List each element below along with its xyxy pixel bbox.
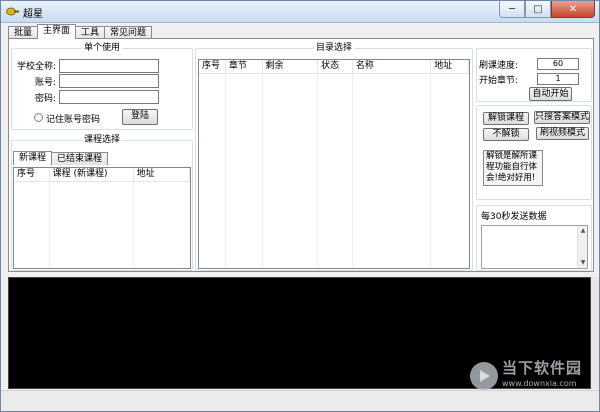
scroll-down-icon[interactable]: ▼ xyxy=(579,259,587,267)
password-label: 密码: xyxy=(34,94,56,104)
video-mode-button[interactable]: 刷视频模式 xyxy=(536,127,589,140)
catalog-col-index[interactable]: 序号 xyxy=(199,60,226,73)
school-input[interactable] xyxy=(59,59,159,73)
login-button[interactable]: 登陆 xyxy=(122,109,158,125)
start-chapter-label: 开始章节: xyxy=(478,76,518,86)
account-label: 账号: xyxy=(34,78,56,88)
catalog-col-address[interactable]: 地址 xyxy=(431,60,469,73)
remember-label: 记住账号密码 xyxy=(46,115,101,125)
send-data-title: 每30秒发送数据 xyxy=(481,212,547,222)
watermark-logo-icon xyxy=(470,362,498,390)
title-bar[interactable]: 超星 ─ □ ✕ xyxy=(1,1,599,23)
course-col-address[interactable]: 地址 xyxy=(134,168,190,181)
maximize-button[interactable]: □ xyxy=(525,1,551,18)
password-input[interactable] xyxy=(59,90,159,104)
main-panel: 单个使用 学校全称: 账号: 密码: 记住账号密码 登陆 课程选择 新课程 已结… xyxy=(8,38,594,272)
window-title: 超星 xyxy=(23,9,43,20)
watermark: 当下软件园 www.downxia.com xyxy=(470,360,599,392)
speed-input[interactable]: 60 xyxy=(537,58,579,70)
course-select-group: 课程选择 新课程 已结束课程 序号 课程 (新课程) 地址 xyxy=(11,135,193,271)
tab-new-course[interactable]: 新课程 xyxy=(13,151,53,165)
auto-start-button[interactable]: 自动开始 xyxy=(529,87,572,101)
settings-group: 刷课速度: 60 开始章节: 1 自动开始 xyxy=(476,48,592,102)
close-button[interactable]: ✕ xyxy=(551,1,595,18)
unlock-course-button[interactable]: 解锁课程 xyxy=(483,112,529,125)
actions-group: 解锁课程 只搜答案模式 不解锁 刷视频模式 解锁是解所课程功能自行体会!绝对好用… xyxy=(476,105,592,200)
status-bar xyxy=(1,390,599,411)
main-tabs: 批量 主界面 工具 常见问题 xyxy=(8,24,153,39)
catalog-col-remaining[interactable]: 剩余 xyxy=(263,60,319,73)
catalog-col-name[interactable]: 名称 xyxy=(353,60,432,73)
minimize-button[interactable]: ─ xyxy=(499,1,525,18)
catalog-table[interactable]: 序号 章节 剩余 状态 名称 地址 xyxy=(198,59,470,269)
start-chapter-input[interactable]: 1 xyxy=(537,73,579,85)
catalog-col-status[interactable]: 状态 xyxy=(318,60,353,73)
single-use-group: 单个使用 学校全称: 账号: 密码: 记住账号密码 登陆 xyxy=(11,43,193,130)
catalog-group: 目录选择 序号 章节 剩余 状态 名称 地址 xyxy=(195,43,473,271)
tab-ended-course[interactable]: 已结束课程 xyxy=(51,152,109,165)
course-table[interactable]: 序号 课程 (新课程) 地址 xyxy=(13,167,191,269)
info-text-box: 解锁是解所课程功能自行体会!绝对好用! xyxy=(483,150,543,186)
course-col-name[interactable]: 课程 (新课程) xyxy=(50,168,134,181)
course-select-title: 课程选择 xyxy=(81,135,122,145)
course-col-index[interactable]: 序号 xyxy=(14,168,50,181)
school-label: 学校全称: xyxy=(16,62,56,72)
answer-only-mode-button[interactable]: 只搜答案模式 xyxy=(534,111,590,124)
single-use-title: 单个使用 xyxy=(81,43,122,53)
catalog-col-chapter[interactable]: 章节 xyxy=(226,60,263,73)
account-input[interactable] xyxy=(59,74,159,88)
send-data-scrollbar[interactable]: ▲ ▼ xyxy=(577,226,587,268)
no-unlock-button[interactable]: 不解锁 xyxy=(483,128,529,141)
speed-label: 刷课速度: xyxy=(478,61,518,71)
send-data-group: 每30秒发送数据 ▲ ▼ xyxy=(476,205,592,271)
watermark-name: 当下软件园 xyxy=(502,359,583,377)
send-data-textarea[interactable]: ▲ ▼ xyxy=(481,225,588,269)
remember-radio[interactable] xyxy=(34,113,43,122)
watermark-url: www.downxia.com xyxy=(502,379,577,388)
app-window: 超星 ─ □ ✕ 批量 主界面 工具 常见问题 单个使用 学校全称: 账号: 密… xyxy=(0,0,600,412)
tab-main[interactable]: 主界面 xyxy=(37,24,77,39)
catalog-title: 目录选择 xyxy=(313,43,354,53)
scroll-up-icon[interactable]: ▲ xyxy=(579,227,587,235)
app-icon xyxy=(6,7,19,16)
